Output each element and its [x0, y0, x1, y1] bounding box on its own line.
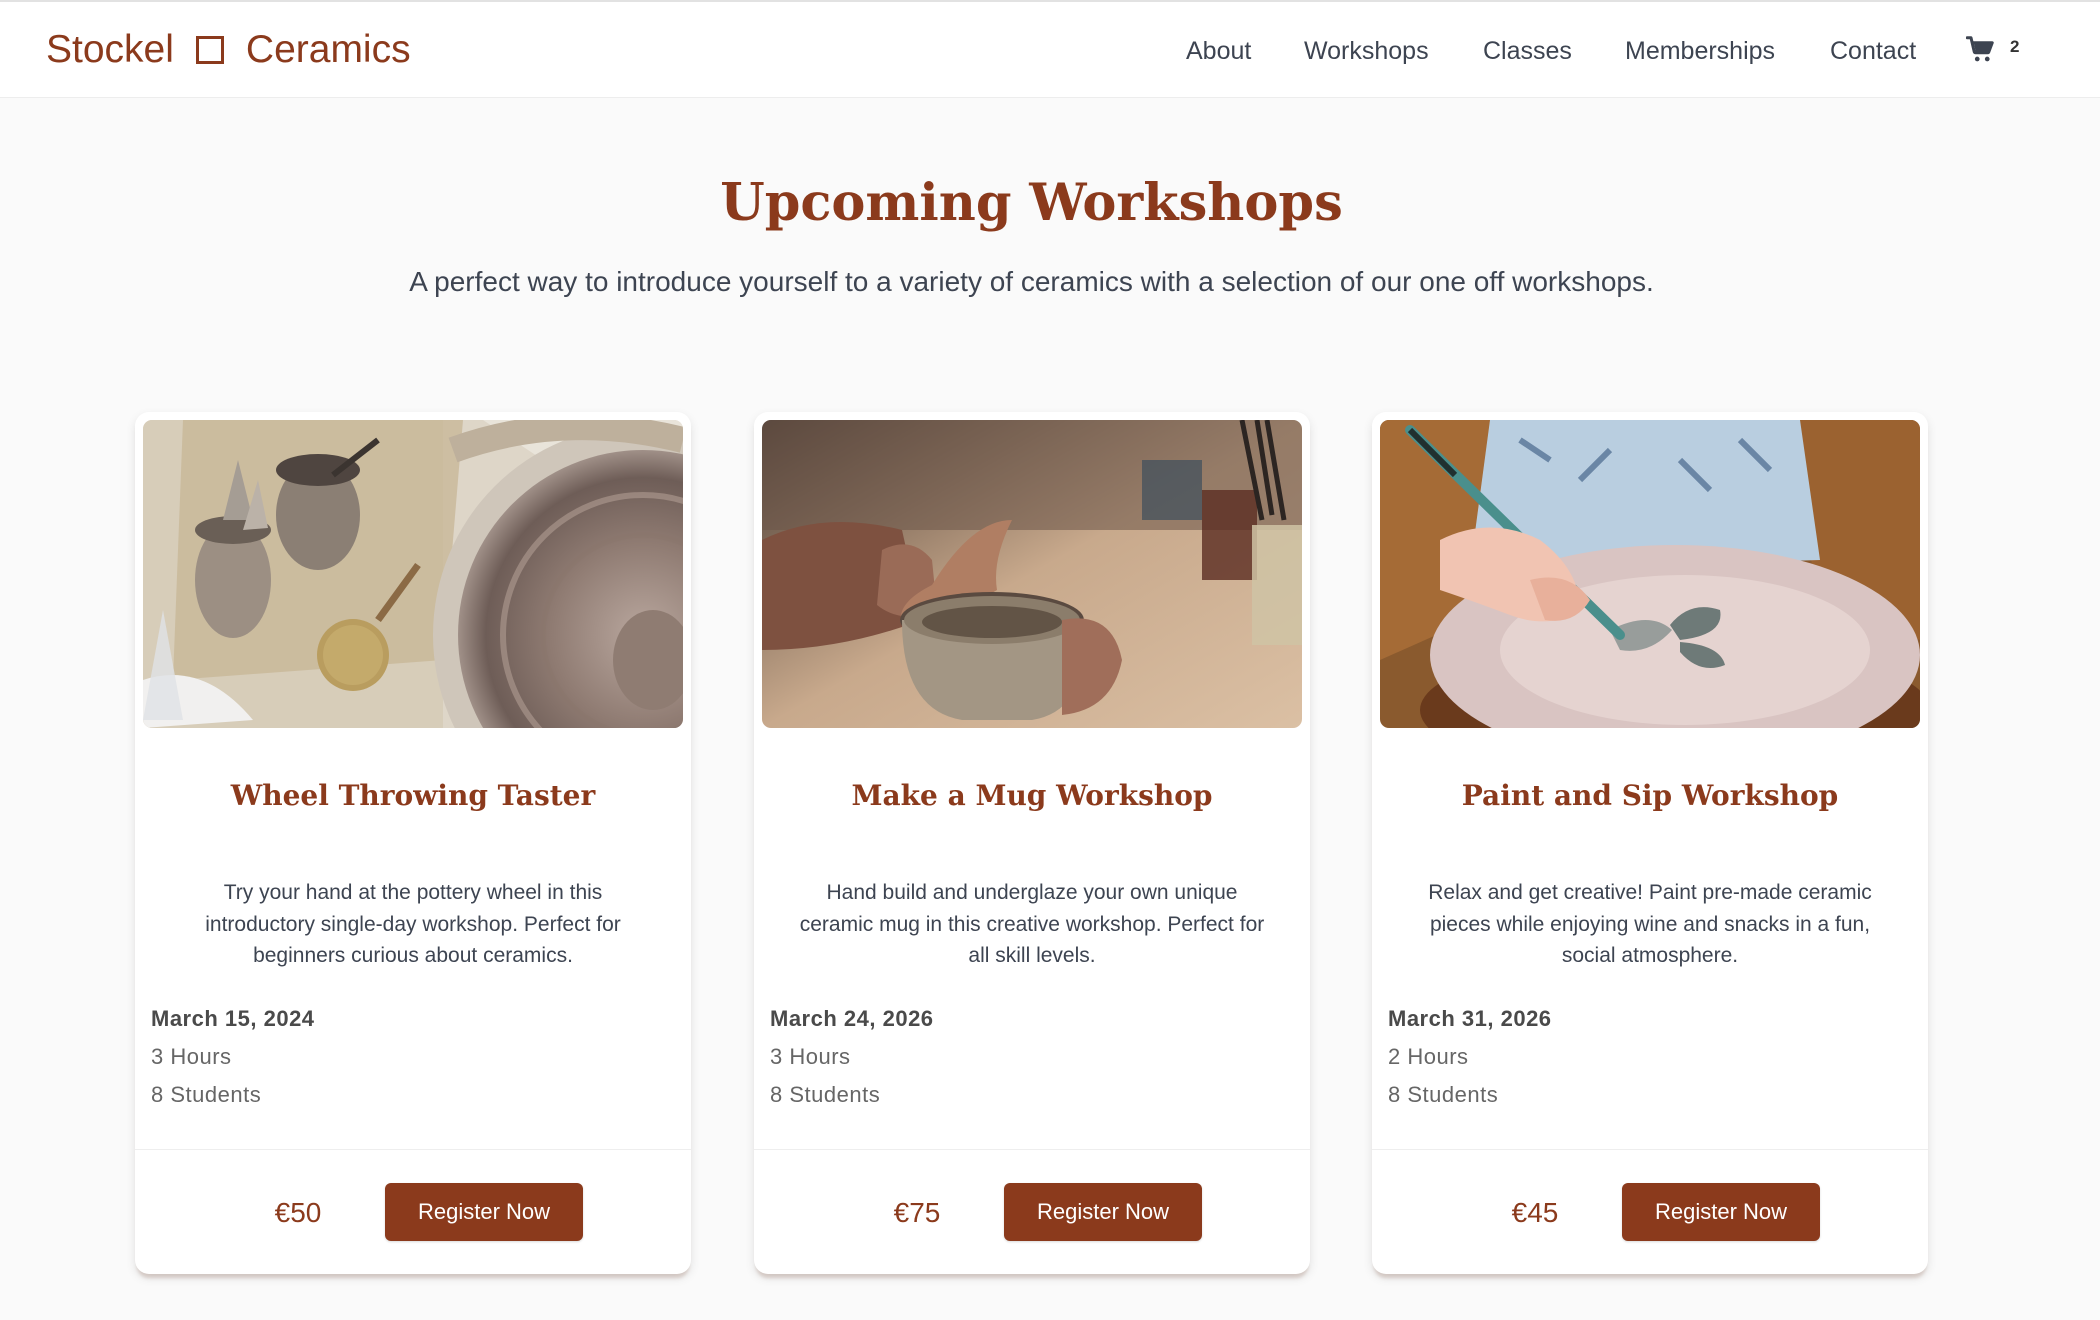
hand-building-mug-photo — [762, 420, 1302, 728]
painting-plate-photo — [1380, 420, 1920, 728]
workshop-description: Relax and get creative! Paint pre-made c… — [1428, 881, 1872, 967]
workshop-capacity: 8 Students — [770, 1082, 881, 1107]
site-header: Stockel Ceramics About Workshops Classes… — [0, 2, 2100, 98]
workshop-capacity: 8 Students — [1388, 1082, 1499, 1107]
card-divider — [754, 1149, 1310, 1150]
workshop-price: €45 — [1511, 1197, 1559, 1228]
nav-about[interactable]: About — [1186, 36, 1251, 66]
register-button[interactable]: Register Now — [1004, 1183, 1202, 1241]
workshop-duration: 3 Hours — [151, 1044, 232, 1069]
workshop-description: Hand build and underglaze your own uniqu… — [799, 881, 1265, 967]
page-title: Upcoming Workshops — [720, 173, 1343, 233]
cart-button[interactable]: 2 — [1965, 34, 2020, 69]
workshop-date: March 15, 2024 — [151, 1006, 315, 1031]
pottery-wheel-photo — [143, 420, 683, 728]
shopping-cart-icon — [1965, 34, 1996, 69]
workshop-card-wheel-throwing: Wheel Throwing Taster Try your hand at t… — [135, 412, 691, 1274]
workshop-card-make-a-mug: Make a Mug Workshop Hand build and under… — [754, 412, 1310, 1274]
workshop-duration: 3 Hours — [770, 1044, 851, 1069]
nav-workshops[interactable]: Workshops — [1304, 36, 1429, 66]
workshop-price: €50 — [274, 1197, 322, 1228]
workshop-title: Wheel Throwing Taster — [230, 779, 596, 812]
card-divider — [135, 1149, 691, 1150]
register-button[interactable]: Register Now — [385, 1183, 583, 1241]
nav-contact[interactable]: Contact — [1830, 36, 1916, 66]
workshop-duration: 2 Hours — [1388, 1044, 1469, 1069]
card-divider — [1372, 1149, 1928, 1150]
register-button[interactable]: Register Now — [1622, 1183, 1820, 1241]
workshop-date: March 31, 2026 — [1388, 1006, 1552, 1031]
page-subtitle: A perfect way to introduce yourself to a… — [409, 266, 1654, 297]
nav-classes[interactable]: Classes — [1483, 36, 1572, 66]
cart-count-badge: 2 — [2010, 37, 2020, 56]
workshop-title: Paint and Sip Workshop — [1461, 779, 1839, 812]
workshop-capacity: 8 Students — [151, 1082, 262, 1107]
workshop-card-paint-and-sip: Paint and Sip Workshop Relax and get cre… — [1372, 412, 1928, 1274]
workshop-description: Try your hand at the pottery wheel in th… — [205, 881, 621, 967]
nav-memberships[interactable]: Memberships — [1625, 36, 1775, 66]
main-nav: About Workshops Classes Memberships Cont… — [0, 2, 2100, 98]
workshop-title: Make a Mug Workshop — [851, 779, 1213, 812]
workshop-date: March 24, 2026 — [770, 1006, 934, 1031]
workshop-price: €75 — [893, 1197, 941, 1228]
